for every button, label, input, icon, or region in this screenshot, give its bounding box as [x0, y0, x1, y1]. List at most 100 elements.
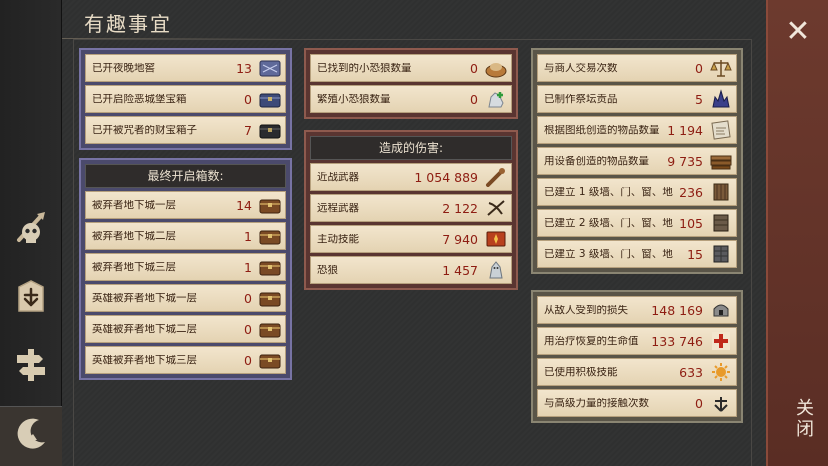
stat-value: 0 [470, 91, 478, 107]
scales-icon [709, 56, 733, 80]
stat-value: 0 [244, 321, 252, 337]
stat-row: 与高级力量的接触次数 0 [537, 389, 737, 417]
close-panel[interactable] [766, 0, 828, 466]
wall1-icon [709, 180, 733, 204]
stat-label: 繁殖小恐狼数量 [317, 93, 391, 105]
stat-row: 被弃者地下城二层 1 [85, 222, 286, 250]
close-button[interactable]: 关闭 [780, 398, 816, 440]
skill-book-icon [484, 227, 508, 251]
stat-label: 已开被咒者的财宝箱子 [92, 124, 197, 136]
combat-stats-group: 从敌人受到的损失 148 169 用治疗恢复的生命值 133 746 已使用积极… [531, 290, 743, 423]
stat-label: 已建立 2 级墙、门、窗、地 [544, 217, 673, 229]
dungeon-loot-group: 已开夜晚地窖 13 已开启险恶城堡宝箱 0 已开被咒者的财宝箱子 7 [79, 48, 292, 150]
stat-value: 7 [244, 122, 252, 138]
stat-row: 近战武器 1 054 889 [310, 163, 512, 191]
stat-value: 0 [470, 60, 478, 76]
stat-row: 用治疗恢复的生命值 133 746 [537, 327, 737, 355]
ledger-icon [258, 56, 282, 80]
stat-label: 从敌人受到的损失 [544, 304, 628, 316]
club-icon [484, 165, 508, 189]
stat-row: 从敌人受到的损失 148 169 [537, 296, 737, 324]
helmet-icon [709, 298, 733, 322]
character-rune-icon[interactable] [9, 275, 53, 319]
stat-value: 133 746 [651, 333, 703, 349]
chest-icon [258, 224, 282, 248]
skull-dagger-icon[interactable] [9, 206, 53, 250]
stat-row: 已找到的小恐狼数量 0 [310, 54, 512, 82]
chest-icon [258, 286, 282, 310]
stat-label: 被弃者地下城一层 [92, 199, 176, 211]
basket-icon [484, 56, 508, 80]
stat-row: 与商人交易次数 0 [537, 54, 737, 82]
page-title: 有趣事宜 [84, 12, 172, 36]
chest-icon [258, 193, 282, 217]
stat-label: 已建立 3 级墙、门、窗、地 [544, 248, 673, 260]
sun-icon [709, 360, 733, 384]
stat-label: 已开启险恶城堡宝箱 [92, 93, 187, 105]
wolf-icon [484, 258, 508, 282]
stat-label: 与高级力量的接触次数 [544, 397, 649, 409]
stat-label: 英雄被弃者地下城二层 [92, 323, 197, 335]
close-icon[interactable]: ✕ [784, 17, 812, 47]
stat-row: 已建立 2 级墙、门、窗、地 105 [537, 209, 737, 237]
stat-value: 0 [244, 91, 252, 107]
stat-row: 繁殖小恐狼数量 0 [310, 85, 512, 113]
stat-value: 0 [695, 60, 703, 76]
stat-row: 用设备创造的物品数量 9 735 [537, 147, 737, 175]
stat-row: 已开启险恶城堡宝箱 0 [85, 85, 286, 113]
red-cross-icon [709, 329, 733, 353]
stat-value: 236 [679, 184, 703, 200]
stat-row: 远程武器 2 122 [310, 194, 512, 222]
stat-value: 0 [244, 290, 252, 306]
stat-row: 英雄被弃者地下城一层 0 [85, 284, 286, 312]
stat-label: 被弃者地下城三层 [92, 261, 176, 273]
chest-dark-icon [258, 118, 282, 142]
stat-label: 用设备创造的物品数量 [544, 155, 649, 167]
stat-row: 已开夜晚地窖 13 [85, 54, 286, 82]
stat-row: 被弃者地下城一层 14 [85, 191, 286, 219]
stat-value: 1 [244, 259, 252, 275]
stat-value: 13 [236, 60, 252, 76]
wolf-pup-icon [484, 87, 508, 111]
stat-label: 英雄被弃者地下城一层 [92, 292, 197, 304]
stat-value: 14 [236, 197, 252, 213]
stat-value: 1 457 [442, 262, 478, 278]
stat-value: 1 054 889 [414, 169, 478, 185]
stat-label: 已找到的小恐狼数量 [317, 62, 412, 74]
stat-row: 已建立 1 级墙、门、窗、地 236 [537, 178, 737, 206]
stat-row: 恐狼 1 457 [310, 256, 512, 284]
planks-icon [709, 149, 733, 173]
stat-label: 已开夜晚地窖 [92, 62, 155, 74]
crossbow-icon [484, 196, 508, 220]
final-chests-group: 最终开启箱数: 被弃者地下城一层 14 被弃者地下城二层 1 被弃者地下城三层 … [79, 158, 292, 380]
chest-icon [258, 255, 282, 279]
stat-value: 9 735 [667, 153, 703, 169]
stat-row: 已建立 3 级墙、门、窗、地 15 [537, 240, 737, 268]
stat-value: 1 [244, 228, 252, 244]
stat-value: 633 [679, 364, 703, 380]
crescent-moon-icon[interactable] [9, 412, 53, 456]
stat-label: 已建立 1 级墙、门、窗、地 [544, 186, 673, 198]
stat-row: 英雄被弃者地下城三层 0 [85, 346, 286, 374]
damage-header: 造成的伤害: [310, 136, 512, 160]
stat-label: 主动技能 [317, 233, 359, 245]
stat-value: 2 122 [442, 200, 478, 216]
stat-row: 已使用积极技能 633 [537, 358, 737, 386]
wolf-pups-group: 已找到的小恐狼数量 0 繁殖小恐狼数量 0 [304, 48, 518, 119]
signpost-icon[interactable] [9, 343, 53, 387]
damage-dealt-group: 造成的伤害: 近战武器 1 054 889 远程武器 2 122 主动技能 7 … [304, 130, 518, 290]
stat-row: 英雄被弃者地下城二层 0 [85, 315, 286, 343]
stat-row: 被弃者地下城三层 1 [85, 253, 286, 281]
stat-label: 用治疗恢复的生命值 [544, 335, 639, 347]
stat-value: 105 [679, 215, 703, 231]
stat-label: 近战武器 [317, 171, 359, 183]
stat-value: 1 194 [667, 122, 703, 138]
stat-row: 根据图纸创造的物品数量 1 194 [537, 116, 737, 144]
stat-row: 已制作祭坛贡品 5 [537, 85, 737, 113]
stat-row: 已开被咒者的财宝箱子 7 [85, 116, 286, 144]
stat-label: 被弃者地下城二层 [92, 230, 176, 242]
stat-label: 已使用积极技能 [544, 366, 618, 378]
chest-icon [258, 348, 282, 372]
stat-row: 主动技能 7 940 [310, 225, 512, 253]
wall2-icon [709, 211, 733, 235]
